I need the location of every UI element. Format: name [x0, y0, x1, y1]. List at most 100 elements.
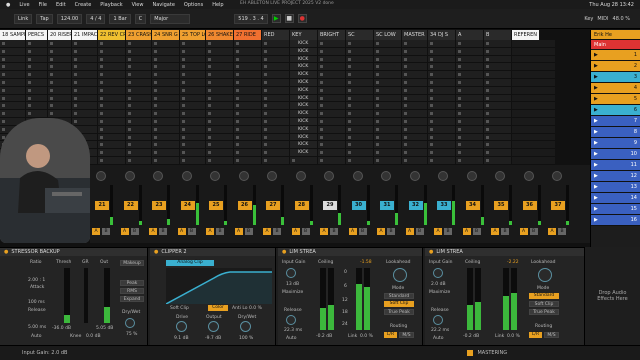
crossfade-b-button[interactable]: B: [301, 228, 310, 235]
clip-slot[interactable]: [206, 71, 234, 78]
clip-slot[interactable]: [318, 117, 346, 125]
clip-slot[interactable]: [346, 94, 374, 102]
scene-launch[interactable]: ▶ 16: [591, 215, 640, 226]
clip-slot[interactable]: [262, 156, 290, 164]
output-knob[interactable]: [208, 321, 219, 332]
clip-slot[interactable]: [456, 86, 484, 94]
key-map-label[interactable]: Key: [584, 16, 593, 22]
track-header[interactable]: 20 RISERS: [48, 30, 72, 40]
clip-slot[interactable]: [428, 149, 456, 156]
clip-slot[interactable]: [206, 94, 234, 102]
track-header[interactable]: SC: [346, 30, 374, 40]
routing-ms-button[interactable]: M/S: [544, 332, 559, 338]
clip-slot[interactable]: [48, 71, 72, 78]
link-value[interactable]: 0.0 %: [507, 334, 520, 339]
input-gain-value[interactable]: 13 dB: [286, 282, 299, 287]
track-activator-button[interactable]: 36: [522, 201, 537, 210]
pan-knob[interactable]: [352, 171, 363, 181]
clip-slot[interactable]: [234, 78, 262, 86]
clip-slot[interactable]: [484, 110, 512, 117]
track-activator-button[interactable]: 34: [465, 201, 480, 210]
crossfade-a-button[interactable]: A: [177, 228, 186, 235]
mode-select[interactable]: Standard: [384, 293, 414, 299]
crossfade-b-button[interactable]: B: [130, 228, 139, 235]
clip-slot[interactable]: [456, 47, 484, 55]
maximize-button[interactable]: Maximize: [282, 290, 303, 295]
true-peak-button[interactable]: True Peak: [529, 309, 559, 315]
clip-slot[interactable]: [374, 55, 402, 63]
clip-slot[interactable]: [26, 55, 48, 63]
clip-slot[interactable]: [126, 102, 152, 110]
clip-slot[interactable]: [402, 94, 428, 102]
pan-knob[interactable]: [124, 171, 135, 181]
out-value[interactable]: 5.05 dB: [96, 326, 113, 331]
peak-button[interactable]: Peak: [120, 280, 144, 286]
clip-slot[interactable]: [262, 47, 290, 55]
clip-slot[interactable]: [374, 47, 402, 55]
clip-slot[interactable]: [374, 40, 402, 47]
clip-slot[interactable]: [402, 149, 428, 156]
clip-slot[interactable]: [98, 55, 126, 63]
clip-slot[interactable]: [456, 102, 484, 110]
clip-slot[interactable]: [206, 110, 234, 117]
clip-slot[interactable]: [346, 63, 374, 71]
clip-slot[interactable]: [180, 149, 206, 156]
input-gain-value[interactable]: 2.0 dB: [431, 282, 446, 287]
clip-slot[interactable]: [234, 63, 262, 71]
true-peak-button[interactable]: True Peak: [384, 309, 414, 315]
clip-slot[interactable]: [402, 117, 428, 125]
clip-slot[interactable]: [180, 102, 206, 110]
clip-slot[interactable]: [234, 110, 262, 117]
clip-slot[interactable]: [72, 117, 98, 125]
crossfade-b-button[interactable]: B: [387, 228, 395, 235]
clip-slot[interactable]: [262, 149, 290, 156]
clip-slot[interactable]: [374, 102, 402, 110]
mode-select[interactable]: Standard: [529, 293, 559, 299]
clip-slot[interactable]: [126, 117, 152, 125]
clip-slot[interactable]: [234, 149, 262, 156]
clip-slot[interactable]: [428, 110, 456, 117]
clip-slot[interactable]: [206, 149, 234, 156]
scene-play-icon[interactable]: ▶: [594, 160, 598, 170]
clip-slot[interactable]: [126, 86, 152, 94]
track-activator-button[interactable]: 22: [123, 201, 138, 210]
crossfade-a-button[interactable]: A: [320, 228, 328, 235]
clip-slot[interactable]: [428, 133, 456, 141]
crossfade-a-button[interactable]: A: [434, 228, 442, 235]
clip-slot[interactable]: [98, 63, 126, 71]
clip-slot[interactable]: [402, 102, 428, 110]
clip-slot[interactable]: [234, 156, 262, 164]
clip-slot[interactable]: [318, 125, 346, 133]
clip-slot[interactable]: [152, 156, 180, 164]
clip-slot[interactable]: [26, 47, 48, 55]
clip-slot[interactable]: [262, 110, 290, 117]
scene-play-icon[interactable]: ▶: [594, 116, 598, 126]
main-track-header[interactable]: Main: [591, 40, 640, 50]
ceiling-value[interactable]: -0.2 dB: [316, 334, 332, 339]
pan-knob[interactable]: [238, 171, 249, 181]
clip-slot[interactable]: [402, 141, 428, 149]
crossfade-a-button[interactable]: A: [405, 228, 414, 235]
pan-knob[interactable]: [153, 171, 163, 181]
pan-knob[interactable]: [295, 171, 306, 181]
clip-slot[interactable]: [290, 156, 318, 164]
track-header[interactable]: 26 SHAKE: [206, 30, 234, 40]
track-activator-button[interactable]: 32: [408, 201, 423, 210]
clip-slot[interactable]: [98, 47, 126, 55]
clip-slot[interactable]: [206, 47, 234, 55]
drive-value[interactable]: 9.1 dB: [174, 336, 189, 341]
clip-slot[interactable]: [456, 110, 484, 117]
clip-slot[interactable]: [346, 102, 374, 110]
arrangement-position[interactable]: 519 . 3 . 4: [234, 13, 268, 24]
pan-knob[interactable]: [466, 171, 477, 181]
menu-live[interactable]: Live: [19, 2, 29, 8]
crossfade-a-button[interactable]: A: [377, 228, 385, 235]
scene-launch[interactable]: ▶ 3: [591, 72, 640, 83]
clip-slot[interactable]: [374, 71, 402, 78]
clip-slot[interactable]: [72, 78, 98, 86]
clip-slot[interactable]: [484, 47, 512, 55]
clip-slot-kick[interactable]: KICK: [290, 40, 318, 47]
thresh-value[interactable]: -36.0 dB: [52, 326, 71, 331]
clip-slot[interactable]: [72, 102, 98, 110]
track-header[interactable]: 23 CRASH: [126, 30, 152, 40]
